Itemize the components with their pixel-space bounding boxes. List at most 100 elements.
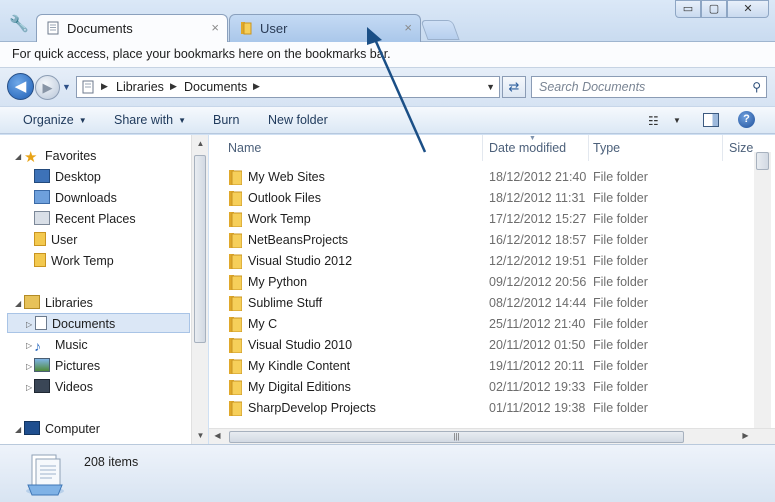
expand-music-icon[interactable]: ▷ <box>26 341 32 350</box>
recent-places-icon <box>34 211 50 225</box>
file-name: NetBeansProjects <box>248 233 349 247</box>
library-icon <box>82 80 94 94</box>
scrollbar-thumb[interactable] <box>194 155 206 343</box>
breadcrumb-documents[interactable]: Documents <box>184 80 247 94</box>
file-name: Visual Studio 2010 <box>248 338 353 352</box>
nav-music[interactable]: ♪ Music <box>34 335 88 355</box>
address-dropdown-icon[interactable]: ▼ <box>486 82 495 92</box>
table-row[interactable]: My C 25/11/2012 21:40 File folder <box>219 314 749 335</box>
file-type: File folder <box>593 275 648 289</box>
nav-label: Videos <box>55 380 93 394</box>
breadcrumb-libraries[interactable]: Libraries <box>116 80 164 94</box>
file-date: 09/12/2012 20:56 <box>489 275 587 289</box>
expand-videos-icon[interactable]: ▷ <box>26 383 32 392</box>
navigation-scrollbar[interactable]: ▲ ▼ <box>191 135 208 444</box>
expand-documents-icon[interactable]: ▷ <box>26 320 32 329</box>
breadcrumb-separator-icon[interactable]: ▶ <box>170 81 177 92</box>
scroll-up-icon[interactable]: ▲ <box>192 135 209 152</box>
title-bar: 🔧 Documents × User × ▭ ▢ ✕ <box>0 0 775 42</box>
file-date: 02/11/2012 19:33 <box>489 380 586 394</box>
table-row[interactable]: My Kindle Content 19/11/2012 20:11 File fo… <box>219 356 749 377</box>
nav-downloads[interactable]: Downloads <box>34 188 117 208</box>
nav-computer[interactable]: Computer <box>24 419 100 439</box>
table-row[interactable]: My Web Sites 18/12/2012 21:40 File folder <box>219 167 749 188</box>
close-tab-icon[interactable]: × <box>404 20 412 35</box>
folder-icon <box>229 254 242 269</box>
table-row[interactable]: My Python 09/12/2012 20:56 File folder <box>219 272 749 293</box>
table-row[interactable]: Visual Studio 2012 12/12/2012 19:51 File f… <box>219 251 749 272</box>
nav-favorites[interactable]: ★ Favorites <box>24 146 96 166</box>
nav-label: Computer <box>45 422 100 436</box>
nav-work-temp[interactable]: Work Temp <box>34 251 114 271</box>
column-header-type[interactable]: Type <box>593 135 723 161</box>
forward-button[interactable]: ▶ <box>35 75 60 100</box>
nav-videos[interactable]: Videos <box>34 377 93 397</box>
file-type: File folder <box>593 233 648 247</box>
nav-documents[interactable]: Documents <box>7 313 190 333</box>
file-list-scrollbar[interactable] <box>754 152 771 428</box>
maximize-button[interactable]: ▢ <box>701 0 727 18</box>
folder-icon <box>34 253 46 267</box>
new-folder-button[interactable]: New folder <box>268 113 328 127</box>
preview-pane-icon[interactable] <box>703 113 719 127</box>
close-window-button[interactable]: ✕ <box>727 0 769 18</box>
folder-icon <box>241 22 252 35</box>
help-icon[interactable]: ? <box>738 111 755 128</box>
collapse-computer-icon[interactable]: ◢ <box>15 425 21 434</box>
tab-documents[interactable]: Documents × <box>36 14 228 42</box>
scroll-right-icon[interactable]: ▶ <box>737 428 754 444</box>
document-icon <box>47 21 59 35</box>
chevron-down-icon[interactable]: ▼ <box>673 116 681 125</box>
file-type: File folder <box>593 359 648 373</box>
nav-user[interactable]: User <box>34 230 77 250</box>
collapse-libraries-icon[interactable]: ◢ <box>15 299 21 308</box>
scroll-left-icon[interactable]: ◀ <box>209 428 226 444</box>
close-tab-icon[interactable]: × <box>211 20 219 35</box>
back-button[interactable]: ◀ <box>7 73 34 100</box>
file-type: File folder <box>593 212 648 226</box>
breadcrumb-separator-icon[interactable]: ▶ <box>101 81 108 92</box>
burn-button[interactable]: Burn <box>213 113 239 127</box>
nav-recent-places[interactable]: Recent Places <box>34 209 136 229</box>
table-row[interactable]: Work Temp 17/12/2012 15:27 File folder <box>219 209 749 230</box>
organize-button[interactable]: Organize ▼ <box>23 113 87 127</box>
recent-pages-dropdown[interactable]: ▼ <box>62 82 71 92</box>
view-options-icon[interactable]: ☷ <box>648 114 659 128</box>
scrollbar-thumb[interactable]: ||| <box>229 431 684 443</box>
share-with-button[interactable]: Share with ▼ <box>114 113 186 127</box>
file-type: File folder <box>593 317 648 331</box>
table-row[interactable]: NetBeansProjects 16/12/2012 18:57 File fol… <box>219 230 749 251</box>
column-header-name[interactable]: Name <box>228 135 483 161</box>
tab-user[interactable]: User × <box>229 14 421 42</box>
new-tab-button[interactable] <box>420 20 460 40</box>
file-name: Work Temp <box>248 212 311 226</box>
table-row[interactable]: My Digital Editions 02/11/2012 19:33 File … <box>219 377 749 398</box>
collapse-favorites-icon[interactable]: ◢ <box>15 152 21 161</box>
table-row[interactable]: SharpDevelop Projects 01/11/2012 19:38 Fil… <box>219 398 749 419</box>
expand-pictures-icon[interactable]: ▷ <box>26 362 32 371</box>
scroll-down-icon[interactable]: ▼ <box>192 427 209 444</box>
command-bar: Organize ▼ Share with ▼ Burn New folder ☷ … <box>0 106 775 134</box>
scrollbar-thumb[interactable] <box>756 152 769 170</box>
table-row[interactable]: Visual Studio 2010 20/11/2012 01:50 File f… <box>219 335 749 356</box>
search-icon[interactable]: ⚲ <box>752 80 761 94</box>
table-row[interactable]: Sublime Stuff 08/12/2012 14:44 File folder <box>219 293 749 314</box>
search-placeholder: Search Documents <box>539 80 646 94</box>
refresh-button[interactable]: ⇄ <box>502 76 526 98</box>
table-row[interactable]: Outlook Files 18/12/2012 11:31 File folder <box>219 188 749 209</box>
file-type: File folder <box>593 191 648 205</box>
folder-icon <box>34 232 46 246</box>
search-input[interactable]: Search Documents ⚲ <box>531 76 767 98</box>
nav-pictures[interactable]: Pictures <box>34 356 100 376</box>
address-bar[interactable]: ▶ Libraries ▶ Documents ▶ ▼ <box>76 76 500 98</box>
breadcrumb-separator-icon[interactable]: ▶ <box>253 81 260 92</box>
wrench-icon[interactable]: 🔧 <box>8 14 30 36</box>
horizontal-scrollbar[interactable]: ◀ ||| ▶ <box>209 428 775 444</box>
file-date: 01/11/2012 19:38 <box>489 401 586 415</box>
column-header-date[interactable]: Date modified <box>489 135 589 161</box>
nav-desktop[interactable]: Desktop <box>34 167 101 187</box>
nav-libraries[interactable]: Libraries <box>24 293 93 313</box>
minimize-button[interactable]: ▭ <box>675 0 701 18</box>
file-type: File folder <box>593 338 648 352</box>
documents-library-large-icon <box>26 454 64 496</box>
